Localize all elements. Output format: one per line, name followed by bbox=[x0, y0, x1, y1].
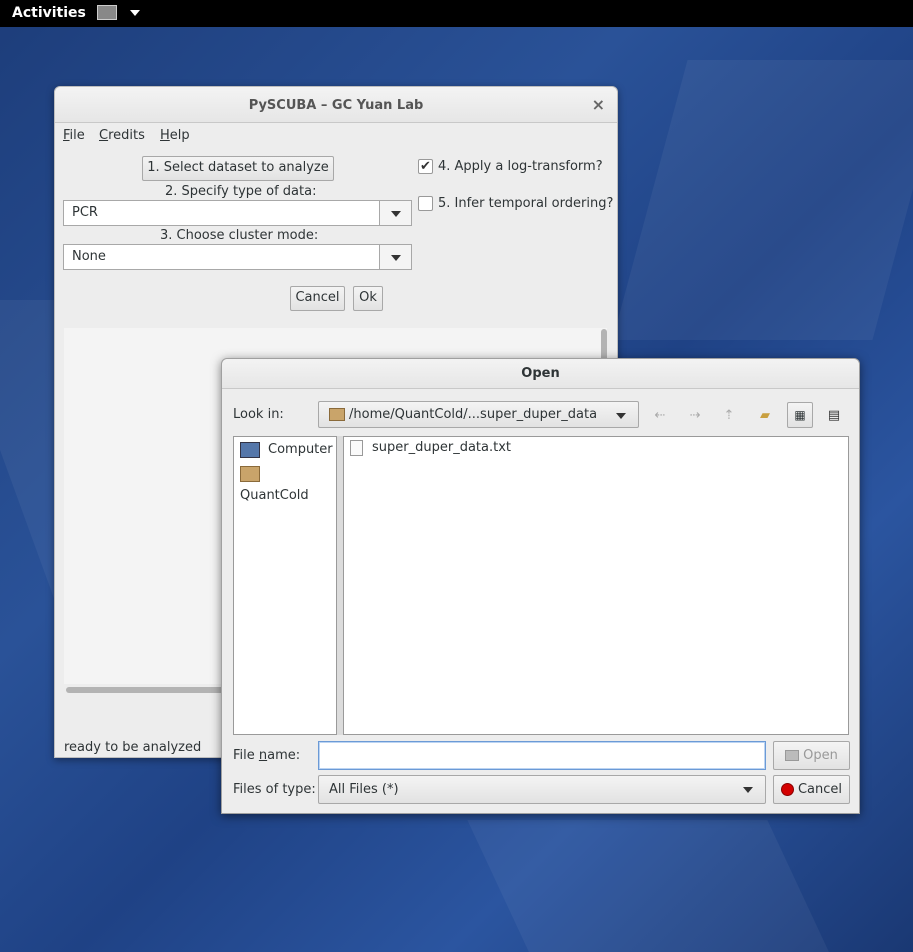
data-type-value: PCR bbox=[72, 205, 98, 220]
chevron-down-icon[interactable] bbox=[379, 245, 411, 269]
files-of-type-value: All Files (*) bbox=[329, 782, 399, 797]
cancel-button-label: Cancel bbox=[797, 782, 843, 797]
files-of-type-select[interactable]: All Files (*) bbox=[318, 775, 766, 804]
window-title: PySCUBA – GC Yuan Lab bbox=[248, 98, 424, 113]
look-in-label: Look in: bbox=[233, 407, 284, 422]
file-item[interactable]: super_duper_data.txt bbox=[350, 439, 511, 457]
cluster-mode-value: None bbox=[72, 249, 106, 264]
text-file-icon bbox=[350, 439, 363, 456]
data-type-label: 2. Specify type of data: bbox=[165, 184, 317, 199]
sidebar-item-label: Computer bbox=[268, 442, 333, 457]
dialog-title: Open bbox=[222, 359, 859, 389]
sidebar-item-label: QuantCold bbox=[240, 488, 309, 503]
data-type-select[interactable]: PCR bbox=[63, 200, 412, 226]
temporal-ordering-label: 5. Infer temporal ordering? bbox=[438, 196, 614, 211]
top-bar: Activities bbox=[0, 0, 913, 27]
open-button-label: Open bbox=[803, 748, 838, 763]
title-bar: PySCUBA – GC Yuan Lab × bbox=[55, 87, 617, 123]
new-folder-icon[interactable]: ▰ bbox=[753, 404, 777, 428]
file-list: super_duper_data.txt bbox=[343, 436, 849, 735]
back-icon[interactable]: ⇠ bbox=[648, 404, 672, 428]
open-button[interactable]: Open bbox=[773, 741, 850, 770]
file-name-input[interactable] bbox=[318, 741, 766, 770]
detail-view-icon[interactable]: ▤ bbox=[822, 404, 846, 428]
horizontal-scrollbar[interactable] bbox=[66, 687, 226, 693]
cancel-icon bbox=[780, 783, 794, 796]
activities-button[interactable]: Activities bbox=[12, 5, 86, 21]
folder-open-icon bbox=[785, 750, 800, 761]
ok-button[interactable]: Ok bbox=[353, 286, 383, 311]
file-name: super_duper_data.txt bbox=[372, 440, 511, 455]
cluster-mode-label: 3. Choose cluster mode: bbox=[160, 228, 319, 243]
menu-bar: File Credits Help bbox=[55, 125, 617, 149]
grid-view-icon: ▦ bbox=[794, 408, 806, 422]
forward-icon[interactable]: ⇢ bbox=[683, 404, 707, 428]
open-file-dialog: Open Look in: /home/QuantCold/...super_d… bbox=[221, 358, 860, 814]
app-window-icon[interactable] bbox=[97, 5, 117, 20]
select-dataset-button[interactable]: 1. Select dataset to analyze bbox=[142, 156, 334, 181]
menu-help[interactable]: Help bbox=[160, 128, 190, 143]
icon-view-button[interactable]: ▦ bbox=[787, 402, 813, 428]
chevron-down-icon bbox=[616, 413, 626, 419]
computer-icon bbox=[240, 441, 260, 458]
menu-file[interactable]: File bbox=[63, 128, 85, 143]
temporal-ordering-checkbox[interactable] bbox=[418, 196, 433, 211]
sidebar-item-computer[interactable]: Computer bbox=[240, 439, 333, 461]
cluster-mode-select[interactable]: None bbox=[63, 244, 412, 270]
file-name-label: File name: bbox=[233, 748, 301, 763]
dialog-cancel-button[interactable]: Cancel bbox=[773, 775, 850, 804]
folder-icon bbox=[329, 408, 345, 421]
close-icon[interactable]: × bbox=[592, 95, 605, 114]
parent-directory-icon[interactable]: ⇡ bbox=[717, 404, 741, 428]
status-text: ready to be analyzed bbox=[64, 740, 202, 755]
chevron-down-icon bbox=[743, 787, 753, 793]
sidebar-item-quantcold[interactable]: QuantCold bbox=[240, 463, 336, 503]
files-of-type-label: Files of type: bbox=[233, 782, 316, 797]
look-in-select[interactable]: /home/QuantCold/...super_duper_data bbox=[318, 401, 639, 428]
cancel-button[interactable]: Cancel bbox=[290, 286, 345, 311]
places-sidebar: Computer QuantCold bbox=[233, 436, 337, 735]
menu-credits[interactable]: Credits bbox=[99, 128, 145, 143]
log-transform-label: 4. Apply a log-transform? bbox=[438, 159, 603, 174]
log-transform-checkbox[interactable]: ✔ bbox=[418, 159, 433, 174]
app-menu-chevron-down-icon[interactable] bbox=[130, 10, 140, 16]
home-folder-icon bbox=[240, 465, 260, 482]
chevron-down-icon[interactable] bbox=[379, 201, 411, 225]
look-in-value: /home/QuantCold/...super_duper_data bbox=[349, 407, 598, 422]
